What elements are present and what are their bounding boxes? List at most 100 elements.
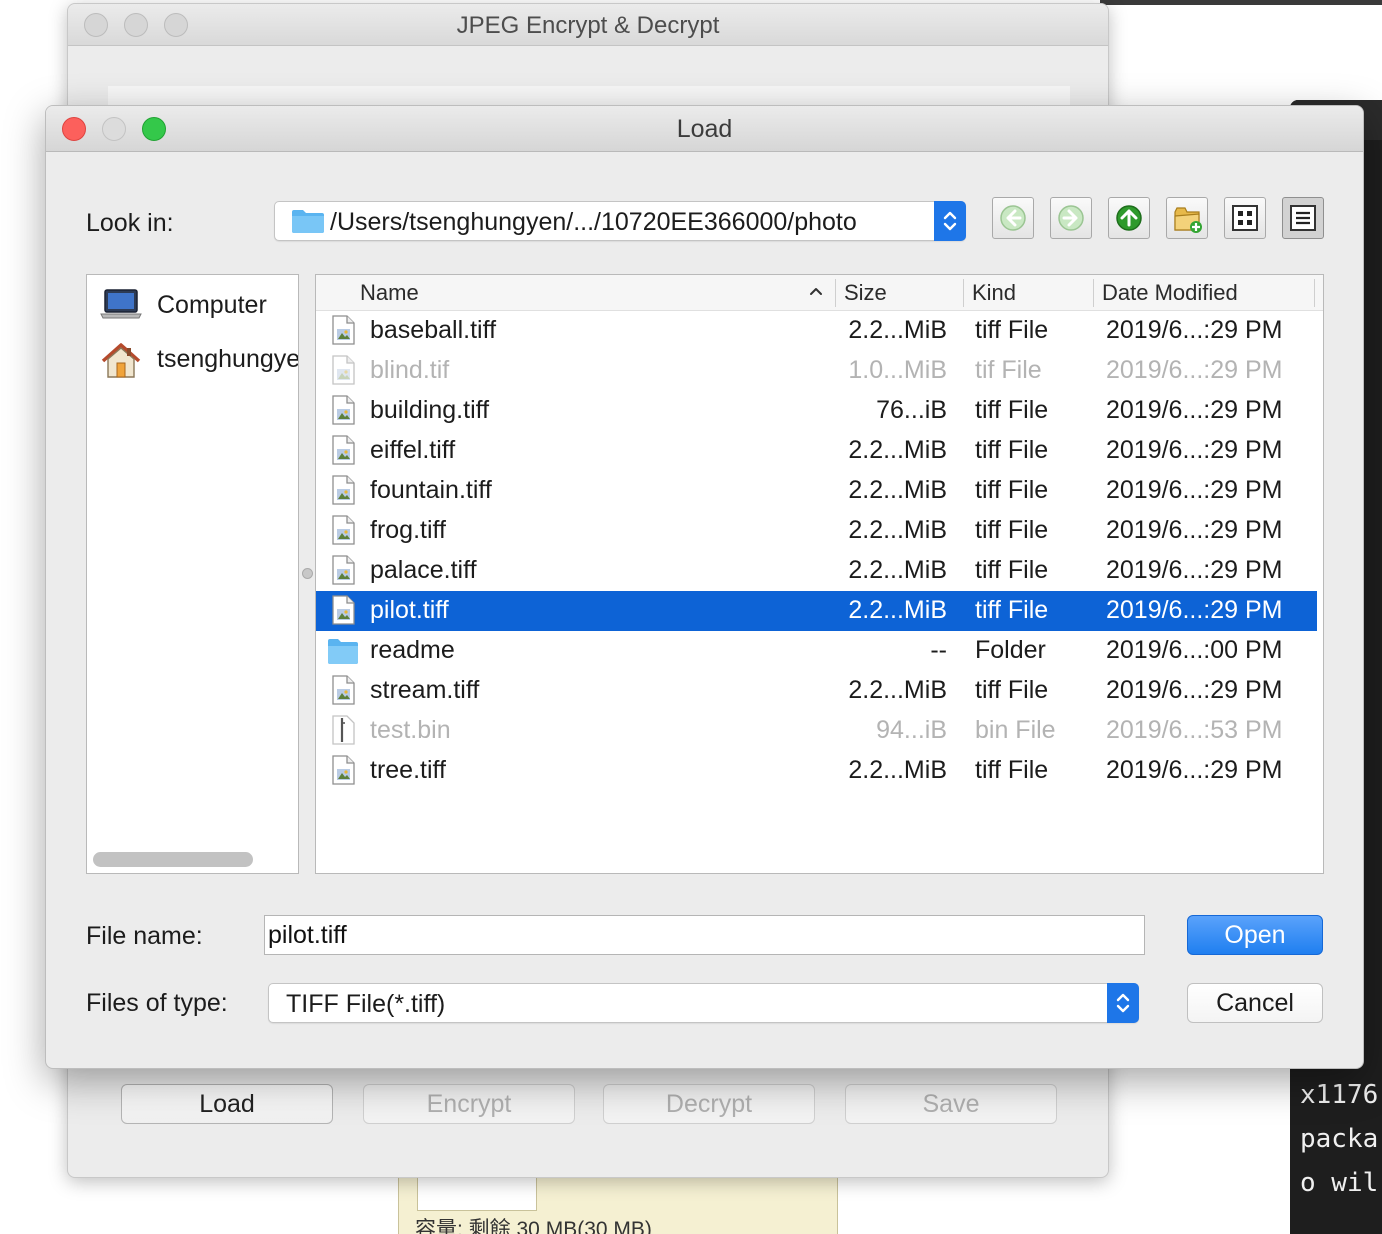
file-row[interactable]: fountain.tiff 2.2...MiB tiff File 2019/6...… <box>316 471 1317 511</box>
image-file-icon <box>332 555 355 585</box>
detail-mode-button[interactable] <box>1282 197 1324 239</box>
file-row[interactable]: test.bin 94...iB bin File 2019/6...:53 PM <box>316 711 1317 751</box>
file-size: -- <box>930 636 947 664</box>
terminal-line: x1176 <box>1300 1080 1379 1110</box>
file-kind: tiff File <box>975 596 1049 624</box>
parent-directory-button[interactable] <box>1108 197 1150 239</box>
file-row[interactable]: stream.tiff 2.2...MiB tiff File 2019/6...:2… <box>316 671 1317 711</box>
file-size: 2.2...MiB <box>848 596 947 624</box>
file-row[interactable]: pilot.tiff 2.2...MiB tiff File 2019/6...:29… <box>316 591 1317 631</box>
file-row[interactable]: tree.tiff 2.2...MiB tiff File 2019/6...:29 … <box>316 751 1317 791</box>
cancel-button[interactable]: Cancel <box>1187 983 1323 1023</box>
file-row[interactable]: frog.tiff 2.2...MiB tiff File 2019/6...:29 … <box>316 511 1317 551</box>
file-row[interactable]: readme -- Folder 2019/6...:00 PM <box>316 631 1317 671</box>
file-size: 76...iB <box>876 396 947 424</box>
look-in-combo[interactable]: /Users/tsenghungyen/.../10720EE366000/ph… <box>274 201 966 241</box>
file-size: 2.2...MiB <box>848 436 947 464</box>
file-name: eiffel.tiff <box>370 436 456 464</box>
encrypt-button[interactable]: Encrypt <box>363 1084 575 1124</box>
file-kind: bin File <box>975 716 1056 744</box>
decrypt-button[interactable]: Decrypt <box>603 1084 815 1124</box>
combo-arrow[interactable] <box>934 201 966 241</box>
image-file-icon <box>332 755 355 785</box>
file-kind: tiff File <box>975 556 1049 584</box>
file-list[interactable]: Name Size Kind Date Modified baseball.ti… <box>315 274 1324 874</box>
file-size: 2.2...MiB <box>848 316 947 344</box>
column-header-name[interactable]: Name <box>360 280 419 306</box>
file-row[interactable]: building.tiff 76...iB tiff File 2019/6...:2… <box>316 391 1317 431</box>
desktop: x1176 packa o wil 容量: 剩餘 30 MB(30 MB) JP… <box>0 0 1382 1234</box>
column-header-size[interactable]: Size <box>844 280 887 306</box>
image-file-icon <box>332 315 355 345</box>
file-date: 2019/6...:29 PM <box>1106 356 1283 384</box>
file-list-header: Name Size Kind Date Modified <box>316 275 1323 311</box>
files-of-type-combo[interactable]: TIFF File(*.tiff) <box>268 983 1139 1023</box>
column-divider[interactable] <box>963 279 964 307</box>
image-file-icon <box>332 355 355 385</box>
back-button[interactable] <box>992 197 1034 239</box>
image-file-icon <box>332 435 355 465</box>
forward-button[interactable] <box>1050 197 1092 239</box>
open-button[interactable]: Open <box>1187 915 1323 955</box>
file-kind: tif File <box>975 356 1042 384</box>
file-name: blind.tif <box>370 356 450 384</box>
file-date: 2019/6...:00 PM <box>1106 636 1283 664</box>
home-icon <box>101 343 141 378</box>
file-name-input[interactable] <box>265 916 1144 954</box>
sidebar-item-computer[interactable]: Computer <box>99 285 298 325</box>
file-name-field[interactable] <box>264 915 1145 955</box>
horizontal-scrollbar[interactable] <box>93 852 253 867</box>
file-size: 2.2...MiB <box>848 516 947 544</box>
up-folder-icon <box>1116 205 1142 231</box>
combo-arrow[interactable] <box>1107 983 1139 1023</box>
file-name: fountain.tiff <box>370 476 492 504</box>
file-kind: tiff File <box>975 676 1049 704</box>
column-divider[interactable] <box>1093 279 1094 307</box>
splitter-handle[interactable] <box>302 568 313 579</box>
new-folder-button[interactable] <box>1166 197 1208 239</box>
file-size: 2.2...MiB <box>848 756 947 784</box>
file-size: 2.2...MiB <box>848 476 947 504</box>
file-kind: tiff File <box>975 436 1049 464</box>
file-row[interactable]: blind.tif 1.0...MiB tif File 2019/6...:29 P… <box>316 351 1317 391</box>
sidebar-item-home[interactable]: tsenghungyen <box>99 339 298 379</box>
load-button[interactable]: Load <box>121 1084 333 1124</box>
file-date: 2019/6...:53 PM <box>1106 716 1283 744</box>
dialog-titlebar: Load <box>46 106 1363 152</box>
image-file-icon <box>332 675 355 705</box>
save-button[interactable]: Save <box>845 1084 1057 1124</box>
sidebar: Computer tsenghungyen <box>86 274 299 874</box>
icon-view-icon <box>1232 205 1258 231</box>
file-name: tree.tiff <box>370 756 446 784</box>
file-name: pilot.tiff <box>370 596 449 624</box>
forward-icon <box>1058 205 1084 231</box>
look-in-label: Look in: <box>86 209 174 237</box>
column-divider[interactable] <box>1314 279 1315 307</box>
top-strip <box>1100 0 1382 5</box>
column-header-date-modified[interactable]: Date Modified <box>1102 280 1238 306</box>
file-name: stream.tiff <box>370 676 480 704</box>
file-row[interactable]: baseball.tiff 2.2...MiB tiff File 2019/6...… <box>316 311 1317 351</box>
file-row[interactable]: palace.tiff 2.2...MiB tiff File 2019/6...:2… <box>316 551 1317 591</box>
file-name: building.tiff <box>370 396 490 424</box>
binary-file-icon <box>332 715 355 745</box>
file-row[interactable]: eiffel.tiff 2.2...MiB tiff File 2019/6...:2… <box>316 431 1317 471</box>
file-size: 94...iB <box>876 716 947 744</box>
computer-icon <box>100 289 142 319</box>
folder-icon <box>292 210 324 233</box>
file-name: readme <box>370 636 455 664</box>
look-in-path: /Users/tsenghungyen/.../10720EE366000/ph… <box>330 208 857 236</box>
file-name: test.bin <box>370 716 451 744</box>
file-size: 2.2...MiB <box>848 676 947 704</box>
files-of-type-label: Files of type: <box>86 989 228 1017</box>
image-file-icon <box>332 475 355 505</box>
column-header-kind[interactable]: Kind <box>972 280 1016 306</box>
updown-chevron-icon <box>1116 993 1130 1013</box>
file-kind: tiff File <box>975 396 1049 424</box>
file-date: 2019/6...:29 PM <box>1106 476 1283 504</box>
column-divider[interactable] <box>835 279 836 307</box>
image-file-icon <box>332 395 355 425</box>
window-title: JPEG Encrypt & Decrypt <box>456 12 720 39</box>
list-mode-button[interactable] <box>1224 197 1266 239</box>
file-kind: Folder <box>975 636 1046 664</box>
